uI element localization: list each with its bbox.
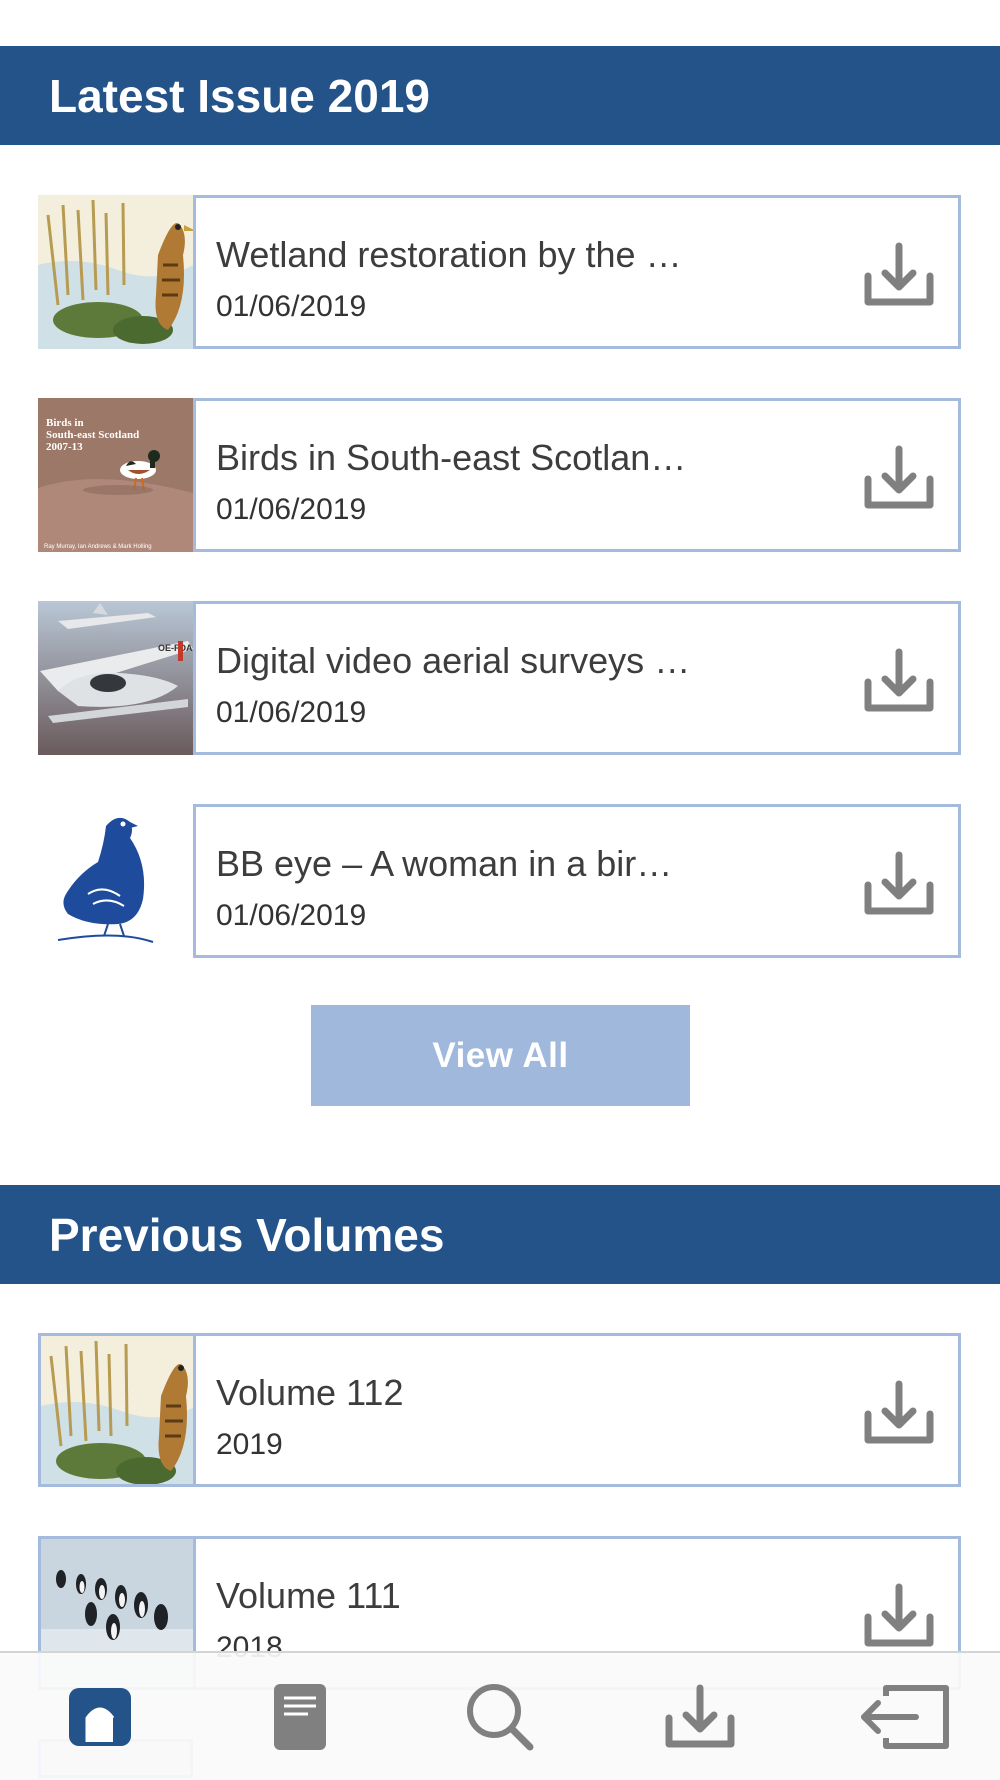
document-icon [274, 1684, 326, 1750]
view-all-label: View All [432, 1035, 569, 1075]
article-date: 01/06/2019 [216, 696, 367, 729]
home-icon [69, 1688, 131, 1746]
article-thumbnail: Birds in South-east Scotland 2007-13 Ray… [38, 398, 193, 552]
article-item[interactable]: Birds in South-east Scotland 2007-13 Ray… [38, 398, 961, 552]
latest-issue-title: Latest Issue 2019 [49, 69, 431, 122]
download-icon[interactable] [864, 851, 934, 917]
download-icon [665, 1684, 735, 1748]
article-title: Birds in South-east Scotlan… [216, 437, 687, 478]
article-item[interactable]: OE-FDA Digital video aerial surveys … 01… [38, 601, 961, 755]
bottom-tab-bar [0, 1651, 1000, 1780]
volume-card[interactable]: Volume 112 2019 [193, 1333, 961, 1487]
article-thumbnail: OE-FDA [38, 601, 193, 755]
search-icon [467, 1684, 534, 1751]
tab-search[interactable] [458, 1675, 542, 1759]
download-icon[interactable] [864, 648, 934, 714]
aircraft-registration: OE-FDA [158, 643, 193, 653]
latest-issue-header: Latest Issue 2019 [0, 46, 1000, 145]
volume-title: Volume 112 [216, 1372, 404, 1413]
article-title: BB eye – A woman in a bir… [216, 843, 673, 884]
article-card[interactable]: Digital video aerial surveys … 01/06/201… [193, 601, 961, 755]
download-icon[interactable] [864, 445, 934, 511]
article-title: Digital video aerial surveys … [216, 640, 691, 681]
article-date: 01/06/2019 [216, 899, 367, 932]
article-card[interactable]: Birds in South-east Scotlan… 01/06/2019 [193, 398, 961, 552]
tab-articles[interactable] [258, 1675, 342, 1759]
tab-downloads[interactable] [658, 1675, 742, 1759]
article-date: 01/06/2019 [216, 493, 367, 526]
download-icon[interactable] [864, 1583, 934, 1649]
download-icon[interactable] [864, 1380, 934, 1446]
tab-home[interactable] [58, 1675, 142, 1759]
article-thumbnail [38, 195, 193, 349]
previous-volumes-title: Previous Volumes [49, 1208, 445, 1261]
previous-volumes-header: Previous Volumes [0, 1185, 1000, 1284]
volume-thumbnail [41, 1336, 193, 1484]
article-thumbnail [38, 804, 193, 958]
article-item[interactable]: Wetland restoration by the … 01/06/2019 [38, 195, 961, 349]
article-card[interactable]: Wetland restoration by the … 01/06/2019 [193, 195, 961, 349]
volume-year: 2019 [216, 1428, 283, 1461]
download-icon[interactable] [864, 242, 934, 308]
volume-title: Volume 111 [216, 1575, 401, 1616]
article-title: Wetland restoration by the … [216, 234, 682, 275]
view-all-button[interactable]: View All [311, 1005, 690, 1106]
article-card[interactable]: BB eye – A woman in a bir… 01/06/2019 [193, 804, 961, 958]
article-date: 01/06/2019 [216, 290, 367, 323]
logout-icon [861, 1685, 949, 1749]
tab-logout[interactable] [858, 1675, 952, 1759]
article-item[interactable]: BB eye – A woman in a bir… 01/06/2019 [38, 804, 961, 958]
volume-item[interactable]: Volume 112 2019 [38, 1333, 961, 1487]
book-cover-authors: Ray Murray, Ian Andrews & Mark Holling [44, 544, 152, 550]
